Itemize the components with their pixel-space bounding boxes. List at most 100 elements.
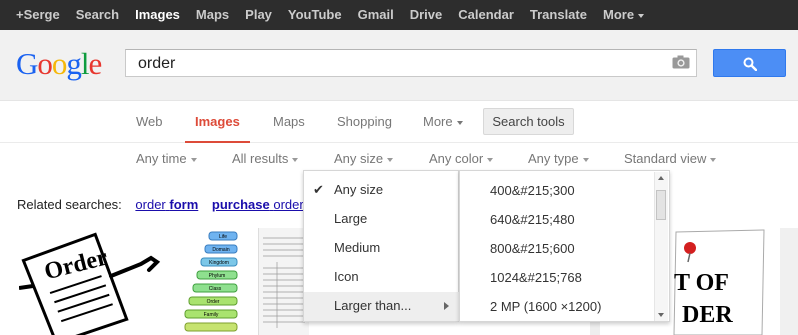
chevron-down-icon: [710, 157, 717, 162]
magnifier-icon: [743, 57, 757, 71]
size-option-label: Large: [334, 211, 368, 226]
search-input[interactable]: [136, 52, 660, 76]
scroll-down-arrow-icon[interactable]: [658, 313, 664, 317]
tab-maps[interactable]: Maps: [273, 100, 305, 142]
larger-than-option-1024x768[interactable]: 1024&#215;768: [490, 270, 582, 285]
related-searches: Related searches: order form purchase or…: [17, 197, 304, 212]
image-result-order-sign[interactable]: T OF DER: [668, 228, 768, 335]
logo-letter-o2: o: [51, 46, 67, 81]
search-button[interactable]: [713, 49, 786, 77]
size-dropdown-menu: ✔ Any size Large Medium Icon Larger than…: [303, 170, 459, 322]
order-cartoon-image: Order: [19, 232, 161, 335]
size-option-any-size[interactable]: ✔ Any size: [304, 176, 459, 205]
size-option-large[interactable]: Large: [304, 205, 459, 234]
tab-images[interactable]: Images: [185, 100, 250, 143]
chevron-down-icon: [456, 120, 463, 125]
search-tools-button[interactable]: Search tools: [483, 108, 574, 135]
taxonomy-label-domain: Domain: [212, 247, 229, 253]
taxonomy-label-family: Family: [204, 312, 219, 318]
taxonomy-label-phylum: Phylum: [209, 273, 226, 279]
topbar-item-translate[interactable]: Translate: [522, 0, 595, 30]
related-link-order-form[interactable]: order form: [135, 197, 198, 212]
chevron-down-icon: [190, 157, 197, 162]
logo-letter-l: l: [80, 46, 90, 81]
google-bar: +Serge Search Images Maps Play YouTube G…: [0, 0, 798, 30]
size-option-label: Icon: [334, 269, 359, 284]
related-link-purchase-order-plain: order: [273, 197, 304, 212]
size-option-icon[interactable]: Icon: [304, 263, 459, 292]
larger-than-submenu: 400&#215;300 640&#215;480 800&#215;600 1…: [459, 170, 670, 322]
image-result-taxonomy[interactable]: Life Domain Kingdom Phylum Class Order F…: [183, 228, 241, 335]
filter-any-size-label: Any size: [334, 151, 384, 166]
topbar-item-gmail[interactable]: Gmail: [350, 0, 402, 30]
taxonomy-pyramid-image: Life Domain Kingdom Phylum Class Order F…: [184, 231, 238, 332]
submenu-scrollbar[interactable]: [654, 172, 668, 321]
topbar-item-youtube[interactable]: YouTube: [280, 0, 350, 30]
chevron-down-icon: [387, 157, 394, 162]
tab-more-label: More: [423, 114, 453, 129]
form-document-image: [263, 237, 305, 328]
topbar-more-label: More: [602, 7, 635, 22]
search-header: Google: [0, 30, 798, 101]
topbar-item-play[interactable]: Play: [237, 0, 280, 30]
search-type-tabs: Web Images Maps Shopping More Search too…: [0, 100, 798, 143]
order-sign-line2: DER: [682, 302, 733, 328]
topbar-item-maps[interactable]: Maps: [188, 0, 237, 30]
filter-all-results-label: All results: [232, 151, 289, 166]
tab-web[interactable]: Web: [136, 100, 163, 142]
larger-than-option-2mp[interactable]: 2 MP (1600 ×1200): [490, 299, 601, 314]
topbar-item-search[interactable]: Search: [68, 0, 127, 30]
taxonomy-label-kingdom: Kingdom: [209, 260, 229, 266]
chevron-down-icon: [487, 157, 494, 162]
filter-all-results[interactable]: All results: [232, 151, 299, 166]
scroll-up-arrow-icon[interactable]: [658, 176, 664, 180]
related-link-purchase-order[interactable]: purchase order: [212, 197, 304, 212]
filter-any-size[interactable]: Any size: [334, 151, 394, 166]
filter-any-type[interactable]: Any type: [528, 151, 589, 166]
related-link-purchase-order-bold: purchase: [211, 197, 270, 212]
image-result-partial-right[interactable]: [780, 228, 798, 335]
google-logo[interactable]: Google: [16, 46, 103, 82]
size-option-label: Any size: [334, 182, 384, 197]
order-sign-line1: T OF: [674, 270, 729, 296]
filter-any-color-label: Any color: [429, 151, 484, 166]
logo-letter-e: e: [88, 46, 103, 81]
checkmark-icon: ✔: [313, 182, 324, 197]
size-option-label: Medium: [334, 240, 381, 255]
larger-than-option-640x480[interactable]: 640&#215;480: [490, 212, 575, 227]
size-option-label: Larger than...: [334, 298, 412, 313]
filter-any-type-label: Any type: [528, 151, 579, 166]
topbar-more-button[interactable]: More: [595, 0, 652, 30]
size-option-medium[interactable]: Medium: [304, 234, 459, 263]
logo-letter-g: G: [16, 46, 38, 81]
camera-icon[interactable]: [672, 55, 690, 69]
chevron-down-icon: [582, 157, 589, 162]
taxonomy-label-life: Life: [219, 234, 227, 240]
filter-any-color[interactable]: Any color: [429, 151, 494, 166]
topbar-item-calendar[interactable]: Calendar: [450, 0, 522, 30]
topbar-item-images[interactable]: Images: [127, 0, 188, 30]
scrollbar-thumb[interactable]: [656, 190, 666, 220]
image-result-order-cartoon[interactable]: Order: [19, 228, 169, 335]
filter-standard-view[interactable]: Standard view: [624, 151, 717, 166]
chevron-down-icon: [638, 13, 645, 18]
filter-any-time[interactable]: Any time: [136, 151, 197, 166]
taxonomy-label-order: Order: [207, 299, 220, 305]
related-searches-label: Related searches:: [17, 197, 122, 212]
tab-more[interactable]: More: [423, 100, 463, 142]
image-result-form-document[interactable]: [258, 228, 309, 335]
size-option-larger-than[interactable]: Larger than...: [304, 292, 459, 321]
tab-shopping[interactable]: Shopping: [337, 100, 392, 142]
filter-standard-view-label: Standard view: [624, 151, 707, 166]
topbar-item-profile[interactable]: +Serge: [0, 0, 68, 30]
larger-than-option-400x300[interactable]: 400&#215;300: [490, 183, 575, 198]
related-link-order-form-plain: order: [135, 197, 166, 212]
taxonomy-label-class: Class: [209, 286, 222, 292]
topbar-item-drive[interactable]: Drive: [402, 0, 451, 30]
logo-letter-o1: o: [37, 46, 52, 81]
related-link-order-form-bold: form: [169, 197, 199, 212]
chevron-right-icon: [444, 302, 449, 310]
larger-than-option-800x600[interactable]: 800&#215;600: [490, 241, 575, 256]
logo-letter-g2: g: [66, 46, 81, 81]
search-box: [125, 49, 697, 77]
